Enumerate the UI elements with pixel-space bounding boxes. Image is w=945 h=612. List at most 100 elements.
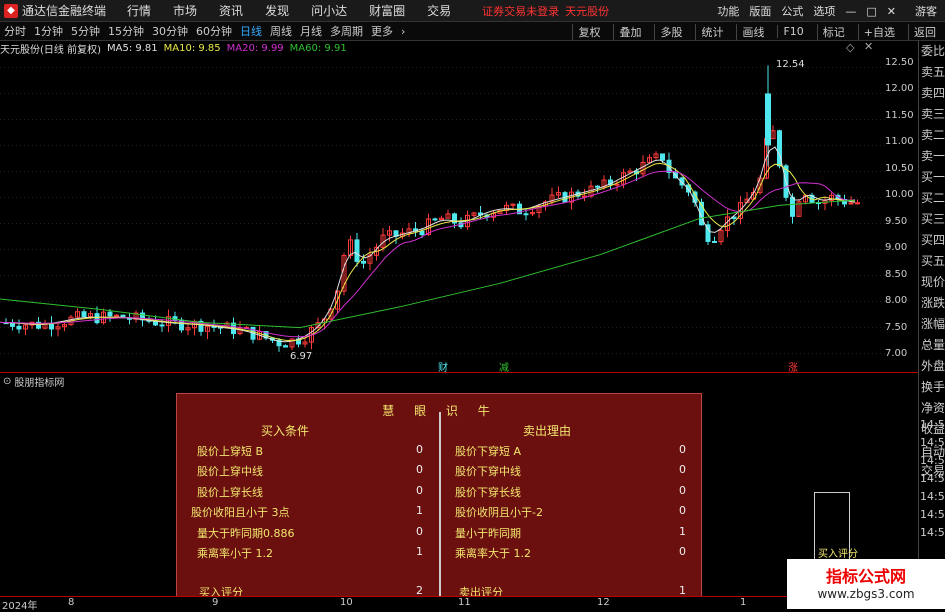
x-tick: 10 [340, 597, 353, 608]
y-tick: 12.00 [885, 83, 914, 94]
period-tab[interactable]: 周线 [270, 23, 292, 39]
menu-item[interactable]: 资讯 [219, 2, 243, 19]
tool-button[interactable]: 复权 [572, 23, 605, 40]
candle-body [790, 196, 795, 217]
side-label: 卖一 [921, 149, 945, 163]
candle-body [614, 183, 620, 186]
tool-button[interactable]: 多股 [654, 23, 687, 40]
menu-layout[interactable]: 版面 [749, 3, 771, 19]
candle-body [283, 345, 288, 348]
chevron-right-icon[interactable]: › [401, 25, 405, 38]
indicator-title: ⊙ 股朋指标网 [0, 374, 64, 389]
side-label: 卖五 [921, 65, 945, 79]
main-menu: 行情 市场 资讯 发现 问小达 财富圈 交易 [116, 2, 462, 19]
period-toolbar: 分时 1分钟 5分钟 15分钟 30分钟 60分钟 日线 周线 月线 多周期 更… [0, 22, 945, 41]
menu-item[interactable]: 财富圈 [369, 2, 405, 19]
sell-condition-value: 0 [679, 545, 686, 558]
period-tab[interactable]: 月线 [300, 23, 322, 39]
kline-chart[interactable] [0, 55, 918, 372]
menu-formula[interactable]: 公式 [781, 3, 803, 19]
buy-condition-value: 1 [416, 504, 423, 517]
tool-button[interactable]: 画线 [736, 23, 769, 40]
score-box-label: 买入评分 [818, 549, 858, 560]
sell-header: 卖出理由 [523, 424, 572, 438]
y-tick: 8.00 [885, 295, 908, 306]
close-chart-icon[interactable]: ✕ [864, 40, 873, 53]
buy-condition-label: 股价上穿短 B [197, 445, 264, 458]
app-logo-icon: ◆ [4, 3, 18, 18]
period-tab[interactable]: 分时 [4, 23, 26, 39]
ma20-label: MA20: 9.99 [226, 42, 284, 54]
menu-options[interactable]: 选项 [813, 3, 835, 19]
side-label: 净资 [921, 401, 945, 415]
tool-button[interactable]: 标记 [816, 23, 850, 40]
ma10-line [0, 162, 856, 342]
price-axis: 12.50 12.00 11.50 11.00 10.50 10.00 9.50… [861, 55, 918, 370]
candle-body [419, 230, 425, 236]
ma10-label: MA10: 9.85 [163, 42, 221, 54]
right-menu: 功能 版面 公式 选项 — □ ✕ 游客 [712, 0, 945, 22]
buy-condition-label: 股价上穿中线 [197, 465, 263, 478]
login-status[interactable]: 证券交易未登录 [482, 3, 559, 19]
watermark: 指标公式网 www.zbgs3.com [787, 559, 945, 609]
candle-body [49, 323, 54, 330]
menu-function[interactable]: 功能 [717, 3, 739, 19]
panel-divider [439, 412, 441, 607]
indicator-panel: 慧 眼 识 牛 买入条件 卖出理由 股价上穿短 B 0 股价上穿中线 0 股价上… [176, 393, 702, 609]
tool-button[interactable]: +自选 [857, 23, 900, 40]
period-tab[interactable]: 15分钟 [108, 23, 144, 39]
minimize-icon[interactable]: — [845, 5, 856, 18]
period-tab[interactable]: 60分钟 [196, 23, 232, 39]
period-tab[interactable]: 5分钟 [71, 23, 100, 39]
side-label: 涨幅 [921, 317, 945, 331]
pane-divider[interactable] [0, 372, 918, 373]
period-tab[interactable]: 1分钟 [34, 23, 63, 39]
menu-item[interactable]: 问小达 [311, 2, 347, 19]
side-label: 买五 [921, 254, 945, 268]
app-title: 通达信金融终端 [22, 4, 107, 18]
sell-condition-label: 股价下穿长线 [455, 486, 521, 499]
candle-body [595, 185, 600, 188]
tool-button[interactable]: 返回 [908, 23, 941, 40]
side-label: 买三 [921, 212, 945, 226]
sell-condition-value: 1 [679, 525, 686, 538]
chevron-down-icon[interactable]: ⊙ [3, 376, 11, 387]
side-label: 买二 [921, 191, 945, 205]
side-label: 涨跌 [921, 296, 945, 310]
maximize-icon[interactable]: □ [866, 5, 876, 18]
menu-bar: ◆ 通达信金融终端 行情 市场 资讯 发现 问小达 财富圈 交易 证券交易未登录… [0, 0, 945, 22]
settings-icon[interactable]: ◇ [846, 41, 854, 54]
candle-body [855, 202, 860, 205]
tick-time: 14:5 [920, 436, 945, 449]
tool-button[interactable]: 叠加 [613, 23, 646, 40]
menu-item[interactable]: 发现 [265, 2, 289, 19]
x-tick: 2024年 [2, 601, 38, 612]
close-icon[interactable]: ✕ [887, 5, 896, 18]
buy-condition-value: 0 [416, 443, 423, 456]
y-tick: 9.00 [885, 242, 908, 253]
side-label: 委比 [921, 44, 945, 58]
buy-condition-label: 乘离率小于 1.2 [197, 547, 273, 560]
indicator-name[interactable]: 股朋指标网 [14, 374, 64, 389]
buy-condition-label: 量大于昨同期0.886 [197, 527, 295, 540]
high-price-label: 12.54 [776, 59, 805, 70]
candle-body [848, 202, 854, 205]
buy-condition-label: 股价上穿长线 [197, 486, 263, 499]
buy-condition-value: 0 [416, 525, 423, 538]
tick-time: 14:5 [920, 508, 945, 521]
period-tab[interactable]: 30分钟 [152, 23, 188, 39]
y-tick: 9.50 [885, 216, 908, 227]
sell-condition-value: 0 [679, 463, 686, 476]
menu-item[interactable]: 行情 [127, 2, 151, 19]
y-tick: 12.50 [885, 57, 914, 68]
tool-button[interactable]: 统计 [695, 23, 728, 40]
period-tab-active[interactable]: 日线 [240, 23, 262, 39]
menu-item[interactable]: 交易 [427, 2, 451, 19]
y-tick: 11.00 [885, 136, 914, 147]
menu-item[interactable]: 市场 [173, 2, 197, 19]
candle-body [114, 314, 119, 317]
tool-button[interactable]: F10 [777, 25, 808, 38]
period-tab[interactable]: 多周期 [330, 23, 363, 39]
guest-label[interactable]: 游客 [915, 3, 937, 19]
period-tab[interactable]: 更多 [371, 23, 393, 39]
